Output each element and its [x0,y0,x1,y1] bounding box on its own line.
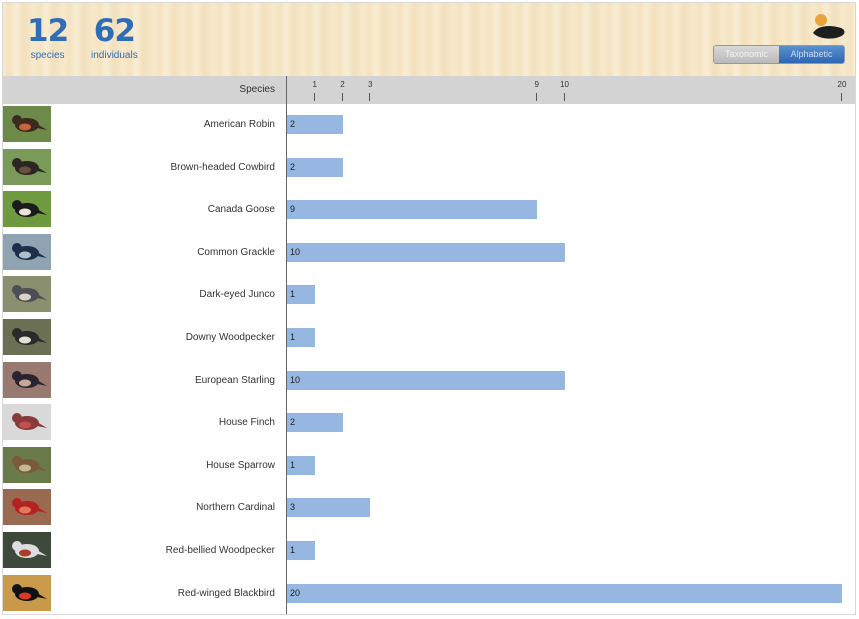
bar[interactable]: 1 [287,328,315,347]
toggle-taxonomic[interactable]: Taxonomic [714,46,779,63]
bird-thumbnail [3,446,51,483]
bar-value-label: 2 [290,161,296,172]
table-row[interactable]: Brown-headed Cowbird 2 [3,147,855,189]
bar[interactable]: 1 [287,285,315,305]
species-count: 12 [27,13,69,49]
individuals-count: 62 [93,13,136,49]
table-row[interactable]: Red-bellied Woodpecker 1 [3,530,855,572]
species-count-stat: 12 species [27,13,69,61]
bar-value-label: 3 [290,502,296,513]
bird-thumbnail [3,233,51,270]
species-name: Dark-eyed Junco [199,289,275,301]
species-name: Downy Woodpecker [185,332,275,343]
table-header: Species [3,76,855,104]
bar-value-label: 10 [290,246,301,257]
x-tick-1 [313,93,315,101]
bar-value-label: 10 [290,374,301,385]
species-name: Brown-headed Cowbird [170,161,275,173]
toggle-alphabetic[interactable]: Alphabetic [779,46,844,63]
summary-header: 12 species 62 individuals Taxonomic Alph… [3,3,855,76]
x-tick-label: 2 [340,80,345,89]
table-row[interactable]: Common Grackle 10 [3,232,855,274]
bar[interactable]: 3 [287,498,371,518]
species-name: American Robin [203,119,275,130]
table-row[interactable]: American Robin 2 [3,104,855,146]
x-tick-20 [841,93,842,101]
species-name: House Sparrow [206,459,275,471]
chart-frame: 12 species 62 individuals Taxonomic Alph… [2,2,856,615]
x-tick-2 [341,93,343,101]
bird-thumbnail [3,106,51,142]
bird-thumbnail [3,404,51,441]
bar-value-label: 2 [290,119,296,129]
bar[interactable]: 2 [287,115,343,134]
bird-thumbnail [3,148,51,185]
individuals-label: individuals [91,50,138,61]
table-row[interactable]: Northern Cardinal 3 [3,487,855,529]
bird-thumbnail [3,191,51,228]
bird-thumbnail [3,319,51,355]
bar-value-label: 2 [290,417,296,428]
species-name: European Starling [194,374,275,386]
species-name: House Finch [218,417,275,429]
table-row[interactable]: Red-winged Blackbird 20 [3,573,855,614]
bird-silhouette-icon [813,14,845,39]
bar[interactable]: 9 [287,200,537,220]
species-column-header[interactable]: Species [239,84,275,95]
bar[interactable]: 2 [287,413,343,433]
sort-toggle[interactable]: Taxonomic Alphabetic [713,45,845,64]
bar-value-label: 20 [290,587,301,598]
bird-thumbnail [3,276,51,313]
bar[interactable]: 10 [287,370,565,390]
bird-thumbnail [3,574,51,611]
table-row[interactable]: Canada Goose 9 [3,189,855,231]
table-row[interactable]: Dark-eyed Junco 1 [3,274,855,316]
x-tick-label: 1 [312,80,317,89]
bar-value-label: 9 [290,204,296,215]
bar[interactable]: 1 [287,541,315,560]
bar[interactable]: 10 [287,242,565,262]
species-name: Red-winged Blackbird [177,587,275,599]
x-tick-label: 10 [560,80,569,89]
bar-value-label: 1 [290,332,296,342]
bar[interactable]: 2 [287,157,343,177]
individuals-count-stat: 62 individuals [91,13,138,61]
x-tick-9 [535,93,537,101]
table-row[interactable]: Downy Woodpecker 1 [3,317,855,359]
bar[interactable]: 1 [287,455,315,475]
species-label: species [30,50,65,61]
x-tick-label: 3 [368,80,373,89]
species-name: Canada Goose [207,204,275,216]
table-row[interactable]: House Finch 2 [3,402,855,444]
table-row[interactable]: House Sparrow 1 [3,445,855,487]
species-name: Red-bellied Woodpecker [165,545,275,556]
table-row[interactable]: European Starling 10 [3,360,855,402]
bird-thumbnail [3,532,51,568]
x-tick-label: 9 [534,80,539,89]
bird-thumbnail [3,489,51,526]
species-name: Northern Cardinal [196,502,275,514]
x-tick-3 [369,93,371,101]
species-name: Common Grackle [197,246,275,258]
bar-value-label: 1 [290,545,296,555]
x-tick-10 [563,93,565,101]
bar-value-label: 1 [290,289,296,300]
bar[interactable]: 20 [287,583,842,603]
bird-thumbnail [3,361,51,398]
x-tick-label: 20 [837,80,847,89]
bar-value-label: 1 [290,459,296,470]
